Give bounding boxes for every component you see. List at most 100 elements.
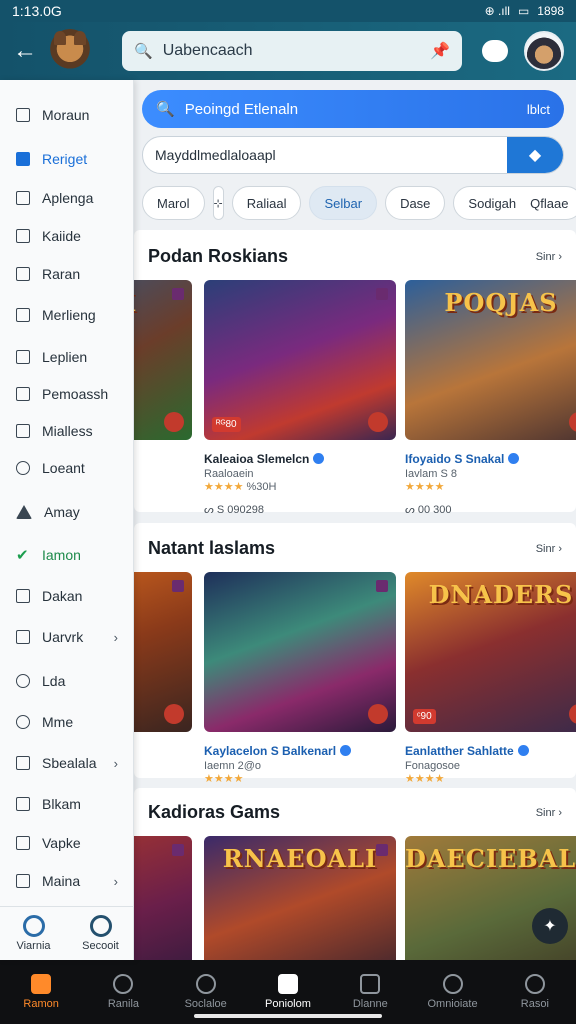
price-tag: ᶜ90 <box>413 709 436 724</box>
drawer-item[interactable]: Raran <box>0 259 134 289</box>
book-icon <box>16 797 30 811</box>
game-card[interactable]: HES an D00369 <box>134 572 192 780</box>
chat-icon[interactable] <box>482 40 508 62</box>
battery-level: 1898 <box>537 4 564 18</box>
sparkle-chip[interactable]: ⊹ <box>212 186 224 220</box>
drawer-item[interactable]: Dakan <box>0 581 134 611</box>
bookmark-corner-icon[interactable] <box>172 580 184 592</box>
see-all-link[interactable]: Sinr › <box>536 543 562 555</box>
drawer-item[interactable]: Vapke <box>0 828 134 858</box>
see-all-link[interactable]: Sinr › <box>536 807 562 819</box>
bookmark-corner-icon[interactable] <box>376 580 388 592</box>
fab-tool-button[interactable]: ✦ <box>532 908 568 944</box>
drawer-item[interactable]: Mme <box>0 707 134 737</box>
game-thumbnail[interactable]: ERS <box>134 836 192 960</box>
filter-chip[interactable]: Marol <box>142 186 205 220</box>
filter-chip[interactable]: Dase <box>385 186 446 220</box>
drawer-item[interactable]: Leplien <box>0 342 134 372</box>
drawer-item-label: Reriget <box>42 151 88 167</box>
drawer-footer-label: Secooit <box>82 940 119 952</box>
drawer-item[interactable]: Amay <box>0 497 134 527</box>
status-bar: 1:13.0G ⊕ .ıll ▭ 1898 <box>0 0 576 22</box>
submit-button[interactable]: ◆ <box>507 137 563 173</box>
home-icon <box>31 974 52 994</box>
chip-label: Marol <box>157 195 190 211</box>
game-card[interactable]: RNAEOALI <box>204 836 396 960</box>
drawer-item[interactable]: Kaiide <box>0 221 134 251</box>
game-card[interactable]: Kaylacelon S BalkenarlIaemn 2@o★★★★ᔕ 000… <box>204 572 396 808</box>
game-thumbnail[interactable]: DNADERS ᶜ90 <box>405 572 576 732</box>
drawer-item-label: Blkam <box>42 796 81 812</box>
filter-chip[interactable]: Selbar <box>309 186 378 220</box>
tool-icon: ✦ <box>543 918 557 935</box>
query-input[interactable] <box>143 137 507 173</box>
game-thumbnail[interactable]: ALAK <box>134 280 192 440</box>
status-icons: ⊕ .ıll ▭ 1898 <box>485 4 564 18</box>
list-icon <box>16 350 30 364</box>
filter-chip[interactable]: Sodigah Qflaae <box>453 186 576 220</box>
game-card[interactable]: DNADERS ᶜ90 Eanlatther Sahlatte Fonagosoe ★★… <box>405 572 576 808</box>
game-card[interactable]: ᴿᴳ80 Kaleaioa Slemelcn Raaloaein ★★★★ %30H ᔕ… <box>204 280 396 516</box>
drawer-footer-label: Viarnia <box>16 940 51 952</box>
game-name-row: Kaylacelon S Balkenarl <box>204 744 396 758</box>
chip-label: Dase <box>400 195 431 211</box>
bookmark-corner-icon[interactable] <box>172 288 184 300</box>
game-thumbnail[interactable] <box>204 572 396 732</box>
drawer-item[interactable]: Maina › <box>0 866 134 896</box>
verified-icon <box>313 453 325 464</box>
drawer-item[interactable]: Blkam <box>0 789 134 819</box>
filter-chips: Marol ⊹ Raliaal Selbar Dase Sodigah Qflaae <box>142 186 576 220</box>
drawer-footer-button-2[interactable]: Secooit <box>67 907 134 960</box>
drawer-item[interactable]: Sbealala › <box>0 748 134 778</box>
user-icon <box>16 461 30 475</box>
game-logo-text: POQJAS <box>444 288 558 317</box>
bookmark-corner-icon[interactable] <box>376 844 388 856</box>
nav-item[interactable]: Omnioiate <box>411 960 493 1024</box>
drawer-item[interactable]: Pemoassh <box>0 379 134 409</box>
square-icon <box>16 191 30 205</box>
people-icon <box>113 974 134 994</box>
drawer-item[interactable]: Mialless <box>0 416 134 446</box>
chip-label: Selbar <box>324 195 363 211</box>
drawer-item[interactable]: Aplenga <box>0 183 134 213</box>
drawer-item[interactable]: Moraun <box>0 100 134 130</box>
filter-chip[interactable]: Raliaal <box>231 186 302 220</box>
drawer-item[interactable]: Uarvrk › <box>0 622 134 652</box>
nav-item[interactable]: Rasoi <box>494 960 576 1024</box>
pin-icon[interactable]: 📌 <box>430 41 450 61</box>
back-arrow-icon[interactable]: ← <box>10 36 40 66</box>
game-card[interactable]: ERS <box>134 836 192 960</box>
nav-label: Soclaloe <box>184 998 227 1010</box>
game-thumbnail[interactable]: POQJAS <box>405 280 576 440</box>
game-name: Ifoyaido S Snakal <box>405 452 505 466</box>
game-thumbnail[interactable]: RNAEOALI <box>204 836 396 960</box>
top-search-input[interactable] <box>162 42 421 60</box>
game-thumbnail[interactable]: HES <box>134 572 192 732</box>
promo-search-bar[interactable]: 🔍 Peoingd Etlenaln lblct <box>142 90 564 128</box>
game-name-row: Ifoyaido S Snakal <box>405 452 576 466</box>
drawer-footer-button-1[interactable]: Viarnia <box>0 907 67 960</box>
drawer-item[interactable]: Merlieng <box>0 300 134 330</box>
promo-search-action[interactable]: lblct <box>527 102 550 117</box>
home-indicator <box>194 1014 382 1018</box>
game-card[interactable]: POQJAS Ifoyaido S Snakal Iavlam S 8 ★★★★ ᔕ 0… <box>405 280 576 516</box>
see-all-link[interactable]: Sinr › <box>536 251 562 263</box>
chat-bubble-icon <box>442 974 463 994</box>
drawer-item[interactable]: ✔ Iamon <box>0 540 134 570</box>
game-name-row <box>134 452 192 466</box>
drawer-item[interactable]: Lda <box>0 666 134 696</box>
bookmark-corner-icon[interactable] <box>172 844 184 856</box>
drawer-item[interactable]: Loeant <box>0 453 134 483</box>
nav-item[interactable]: Ramon <box>0 960 82 1024</box>
nav-item[interactable]: Ranila <box>82 960 164 1024</box>
avatar[interactable] <box>524 31 564 71</box>
top-search-bar[interactable]: 🔍 📌 <box>122 31 462 71</box>
bookmark-corner-icon[interactable] <box>376 288 388 300</box>
game-thumbnail[interactable]: ᴿᴳ80 <box>204 280 396 440</box>
game-subtitle-row: Iaemn 2@o ★★★★ <box>204 760 396 785</box>
verified-icon <box>517 745 529 756</box>
drawer-item[interactable]: Reriget <box>0 144 134 174</box>
drawer-item-label: Iamon <box>42 547 81 563</box>
game-card[interactable]: ALAK 00 00:090 <box>134 280 192 488</box>
grid-icon <box>16 874 30 888</box>
